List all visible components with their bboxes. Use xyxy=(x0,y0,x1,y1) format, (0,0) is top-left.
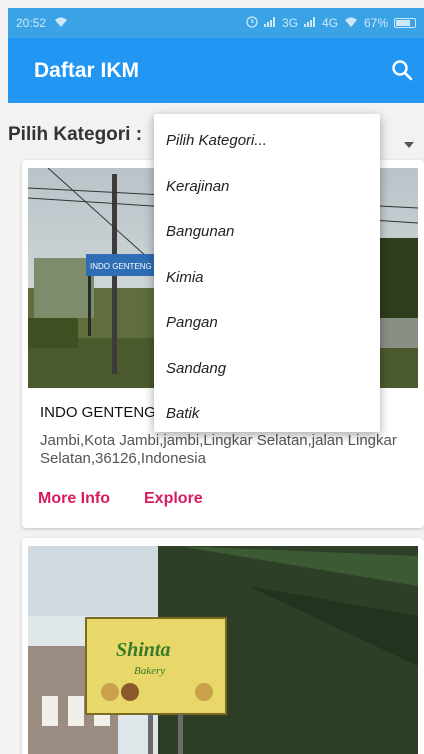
app-screen: 20:52 3G 4G 67% Daftar IKM Pilih Kategor… xyxy=(8,8,424,754)
alarm-icon xyxy=(246,15,258,31)
dropdown-option-sandang[interactable]: Sandang xyxy=(154,346,380,392)
search-icon[interactable] xyxy=(390,58,414,82)
chevron-down-icon[interactable] xyxy=(404,142,414,148)
bakery-sign-title: Shinta xyxy=(116,639,170,661)
network-4g-label: 4G xyxy=(321,16,338,30)
dropdown-option-pangan[interactable]: Pangan xyxy=(154,300,380,346)
battery-icon xyxy=(394,18,416,28)
page-title: Daftar IKM xyxy=(34,58,140,82)
dropdown-option-kerajinan[interactable]: Kerajinan xyxy=(154,164,380,210)
ikm-photo: Shinta Bakery xyxy=(28,546,418,754)
battery-level: 67% xyxy=(363,16,388,30)
wifi-icon-right xyxy=(344,16,358,31)
explore-button[interactable]: Explore xyxy=(144,490,203,508)
category-dropdown-menu: Pilih Kategori... Kerajinan Bangunan Kim… xyxy=(154,114,380,432)
dropdown-option-bangunan[interactable]: Bangunan xyxy=(154,209,380,255)
app-bar: Daftar IKM xyxy=(8,38,424,103)
signal-icon xyxy=(263,16,276,30)
network-3g-label: 3G xyxy=(281,16,298,30)
more-info-button[interactable]: More Info xyxy=(38,490,110,508)
card-actions: More Info Explore xyxy=(38,490,203,508)
dropdown-option-batik[interactable]: Batik xyxy=(154,391,380,437)
dropdown-option-kimia[interactable]: Kimia xyxy=(154,255,380,301)
category-filter-label: Pilih Kategori : xyxy=(8,124,143,145)
dropdown-option-placeholder[interactable]: Pilih Kategori... xyxy=(154,118,380,164)
status-time: 20:52 xyxy=(16,16,47,30)
status-bar: 20:52 3G 4G 67% xyxy=(8,8,424,38)
bakery-sign-subtitle: Bakery xyxy=(134,665,165,677)
wifi-icon xyxy=(54,16,68,31)
ikm-card: Shinta Bakery xyxy=(22,538,424,754)
signal-icon-2 xyxy=(303,16,316,30)
ikm-address: Jambi,Kota Jambi,jambi,Lingkar Selatan,j… xyxy=(40,432,397,467)
ikm-title: INDO GENTENG xyxy=(40,404,156,421)
